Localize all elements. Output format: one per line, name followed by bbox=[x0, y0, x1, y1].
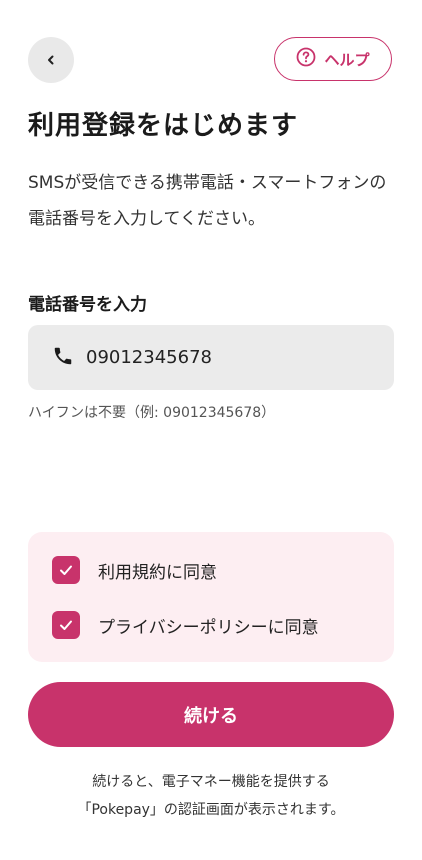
check-icon bbox=[60, 565, 72, 575]
page-title: 利用登録をはじめます bbox=[28, 111, 299, 141]
privacy-consent-row[interactable]: プライバシーポリシーに同意 bbox=[52, 611, 319, 639]
help-button[interactable]: ヘルプ bbox=[274, 37, 392, 81]
question-circle-icon bbox=[296, 47, 316, 71]
phone-icon bbox=[52, 345, 74, 371]
phone-number-value: 09012345678 bbox=[86, 347, 212, 368]
phone-number-input[interactable]: 09012345678 bbox=[28, 325, 394, 390]
phone-field-label: 電話番号を入力 bbox=[28, 295, 147, 315]
help-label: ヘルプ bbox=[324, 50, 370, 69]
terms-checkbox[interactable] bbox=[52, 556, 80, 584]
terms-consent-row[interactable]: 利用規約に同意 bbox=[52, 556, 217, 584]
chevron-left-icon bbox=[45, 51, 57, 70]
phone-hint: ハイフンは不要（例: 09012345678） bbox=[28, 405, 276, 421]
consent-box: 利用規約に同意 プライバシーポリシーに同意 bbox=[28, 532, 394, 662]
footer-note-line-1: 続けると、電子マネー機能を提供する bbox=[92, 774, 330, 790]
terms-consent-label: 利用規約に同意 bbox=[98, 562, 217, 583]
check-icon bbox=[60, 620, 72, 630]
privacy-consent-label: プライバシーポリシーに同意 bbox=[98, 617, 319, 638]
privacy-checkbox[interactable] bbox=[52, 611, 80, 639]
description-text: SMSが受信できる携帯電話・スマートフォンの電話番号を入力してください。 bbox=[28, 173, 387, 229]
back-button[interactable] bbox=[28, 37, 74, 83]
continue-button[interactable]: 続ける bbox=[28, 682, 394, 747]
footer-note: 続けると、電子マネー機能を提供する 「Pokepay」の認証画面が表示されます。 bbox=[0, 768, 422, 824]
footer-note-line-2: 「Pokepay」の認証画面が表示されます。 bbox=[77, 802, 345, 818]
